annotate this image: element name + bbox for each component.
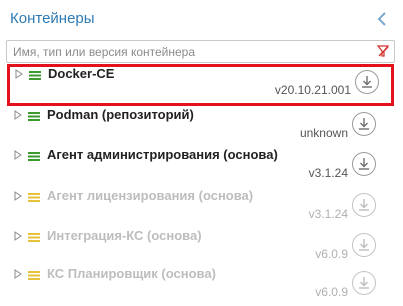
chevron-left-icon [377, 12, 386, 26]
container-status-icon [28, 112, 40, 121]
container-item[interactable]: Podman (репозиторий) unknown [6, 106, 394, 144]
container-name: Агент администрирования (основа) [47, 147, 278, 162]
expand-arrow-icon[interactable] [14, 110, 22, 120]
container-status-icon [28, 233, 40, 242]
container-status-icon [28, 193, 40, 202]
download-icon [359, 277, 369, 289]
container-status-icon [29, 71, 41, 80]
expand-arrow-icon[interactable] [14, 269, 22, 279]
container-version: v6.0.9 [315, 285, 348, 299]
expand-arrow-icon[interactable] [14, 191, 22, 201]
download-icon [359, 158, 369, 170]
container-item[interactable]: Docker-CE v20.10.21.001 [7, 64, 394, 106]
download-button[interactable] [352, 152, 376, 176]
download-icon [359, 239, 369, 251]
container-status-icon [28, 152, 40, 161]
download-button[interactable] [352, 193, 376, 217]
download-icon [359, 199, 369, 211]
container-item[interactable]: КС Планировщик (основа) v6.0.9 [6, 265, 394, 303]
download-icon [359, 118, 369, 130]
container-version: v20.10.21.001 [274, 83, 351, 97]
expand-arrow-icon[interactable] [14, 150, 22, 160]
container-status-icon [28, 271, 40, 280]
panel-header: Контейнеры [0, 0, 403, 36]
container-name: Агент лицензирования (основа) [47, 188, 254, 203]
containers-panel: Контейнеры Docker-CE v20.10.21.001 [0, 0, 403, 306]
container-name: КС Планировщик (основа) [47, 266, 216, 281]
download-button[interactable] [352, 271, 376, 295]
panel-title: Контейнеры [10, 10, 95, 27]
container-item[interactable]: Агент администрирования (основа) v3.1.24 [6, 146, 394, 184]
container-name: Podman (репозиторий) [47, 107, 194, 122]
container-version: v3.1.24 [308, 207, 348, 221]
container-name: Docker-CE [48, 66, 115, 81]
collapse-button[interactable] [374, 10, 392, 28]
filter-clear-icon [376, 45, 390, 57]
container-version: v3.1.24 [308, 166, 348, 180]
clear-filter-button[interactable] [376, 44, 390, 58]
download-button[interactable] [352, 233, 376, 257]
search-field[interactable] [6, 40, 395, 63]
download-icon [362, 76, 372, 88]
download-button[interactable] [355, 70, 379, 94]
download-button[interactable] [352, 112, 376, 136]
container-name: Интеграция-КС (основа) [47, 228, 202, 243]
container-version: v6.0.9 [315, 247, 348, 261]
container-item[interactable]: Агент лицензирования (основа) v3.1.24 [6, 187, 394, 225]
expand-arrow-icon[interactable] [14, 231, 22, 241]
search-input[interactable] [13, 41, 363, 62]
container-item[interactable]: Интеграция-КС (основа) v6.0.9 [6, 227, 394, 265]
expand-arrow-icon[interactable] [15, 69, 23, 79]
container-version: unknown [299, 126, 348, 140]
